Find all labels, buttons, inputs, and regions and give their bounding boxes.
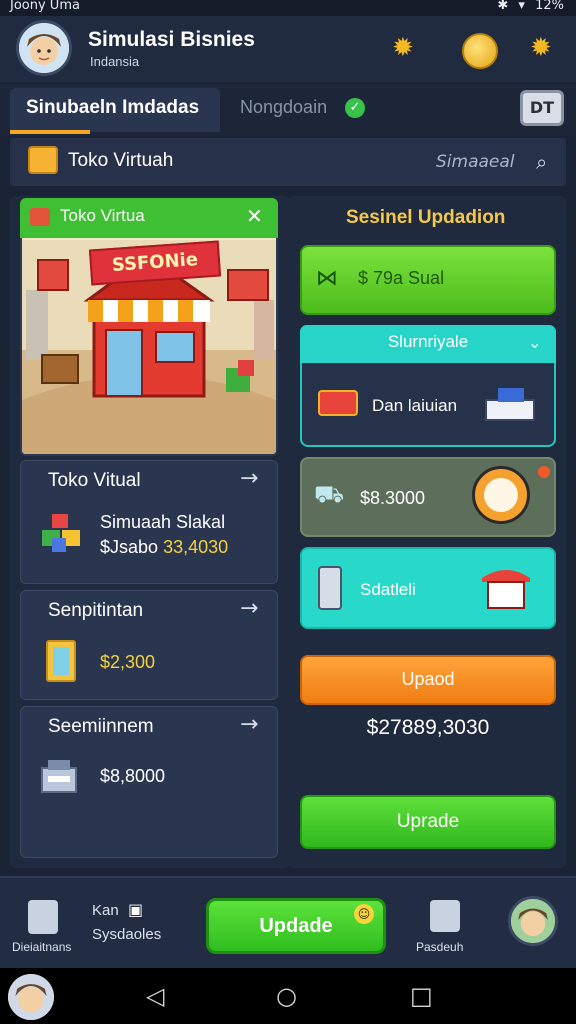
nav-item-kan[interactable]: Kan xyxy=(92,902,119,919)
phone-device-icon[interactable] xyxy=(430,900,460,932)
card-seemiinnem-title: Seemiinnem xyxy=(48,716,154,737)
update-badge-icon: ☺ xyxy=(354,904,374,924)
phone-icon xyxy=(318,566,342,610)
battery-percent: 12% xyxy=(535,0,564,13)
store-box-icon xyxy=(30,208,50,226)
nav-item-dieiaitnans[interactable]: Dieiaitnans xyxy=(12,940,71,954)
olive-card-value: $8.3000 xyxy=(360,488,426,508)
home-icon[interactable]: ○ xyxy=(276,982,297,1010)
store-label: Toko Virtuah xyxy=(68,150,174,171)
shop-bag-icon[interactable] xyxy=(28,900,58,934)
ticket-icon: ⋈ xyxy=(316,266,338,291)
check-icon: ✓ xyxy=(345,98,365,118)
avatar-face-icon xyxy=(19,23,69,73)
lock-icon: ▣ xyxy=(128,900,144,919)
cart-icon: ⛟ xyxy=(314,480,345,508)
avatar-face-icon xyxy=(8,974,54,1020)
nav-item-sysdaoles[interactable]: Sysdaoles xyxy=(92,926,161,943)
virtual-card-header: Toko Virtua xyxy=(20,198,278,238)
calculator-icon xyxy=(46,640,76,682)
arrow-right-icon[interactable]: → xyxy=(240,596,258,621)
status-carrier: Joony Uma xyxy=(10,0,80,13)
store-illustration xyxy=(22,200,276,454)
back-icon[interactable]: ◁ xyxy=(146,982,164,1010)
card-seemiinnem-value: $8,8000 xyxy=(100,766,166,786)
cubes-icon xyxy=(40,512,84,554)
box-icon xyxy=(28,146,58,174)
uprade-button[interactable]: Uprade xyxy=(300,795,556,849)
cyan-card-label: Dan laiuian xyxy=(372,396,458,415)
card-toko-line2: $Jsabo 33,4030 xyxy=(100,537,228,558)
nav-profile-avatar[interactable] xyxy=(508,896,558,946)
settings-gear-icon[interactable]: ✹ xyxy=(530,33,552,63)
card-senpitintan-title: Senpitintan xyxy=(48,600,144,621)
app-subtitle: Indansia xyxy=(90,54,140,69)
register-icon xyxy=(38,756,80,796)
search-icon[interactable]: ⌕ xyxy=(536,150,547,174)
profile-avatar[interactable] xyxy=(16,20,72,76)
shop-stall-icon xyxy=(480,560,532,612)
sys-avatar[interactable] xyxy=(8,974,54,1020)
app-title: Simulasi Bisnies xyxy=(88,28,255,51)
bluetooth-icon: ✱ xyxy=(497,0,509,13)
green-card-label: $ 79a Sual xyxy=(358,268,445,288)
gear-icon[interactable]: ✹ xyxy=(392,33,414,63)
card-senpitintan-value: $2,300 xyxy=(100,652,155,673)
wifi-icon: ▾ xyxy=(518,0,525,13)
nav-item-pasdeuh[interactable]: Pasdeuh xyxy=(416,940,463,954)
total-amount: $27889,3030 xyxy=(366,716,490,739)
coin-icon[interactable] xyxy=(462,33,498,69)
top-right-button[interactable]: DT xyxy=(520,90,564,126)
tab-active-indicator xyxy=(10,130,90,134)
store-search-input[interactable]: Simaaeal xyxy=(436,152,515,172)
cyan-card-header: Slurnriyale xyxy=(300,325,556,363)
teal-card-label: Sdatleli xyxy=(360,580,416,599)
arrow-right-icon[interactable]: → xyxy=(240,466,258,491)
tab-nongdoain-label: Nongdoain xyxy=(240,97,328,117)
tab-simulation[interactable]: Sinubaeln Imdadas xyxy=(10,88,220,132)
close-icon[interactable]: ✕ xyxy=(246,204,263,228)
cash-register-icon xyxy=(484,384,536,424)
chevron-down-icon[interactable]: ⌄ xyxy=(528,333,541,352)
clock-icon xyxy=(472,466,530,524)
card-senpitintan-amount: $2,300 xyxy=(100,652,156,672)
recents-icon[interactable]: □ xyxy=(410,982,433,1010)
gift-icon xyxy=(318,390,358,416)
card-toko-vitual-title: Toko Vitual xyxy=(48,470,141,491)
arrow-right-icon[interactable]: → xyxy=(240,712,258,737)
notification-dot-icon xyxy=(538,466,550,478)
avatar-face-icon xyxy=(511,899,555,943)
status-bar: Joony Uma ✱ ▾ 12% xyxy=(0,0,576,16)
card-toko-line1: Simuaah Slakal xyxy=(100,512,226,532)
card-toko-line2-prefix: $Jsabo xyxy=(100,537,159,557)
upaod-button[interactable]: Upaod xyxy=(300,655,556,705)
right-panel-title: Sesinel Updadion xyxy=(346,207,506,228)
tab-nongdoain[interactable]: Nongdoain xyxy=(240,97,327,118)
card-toko-line2-value: 33,4030 xyxy=(163,537,229,557)
status-battery: ✱ ▾ 12% xyxy=(497,0,564,13)
